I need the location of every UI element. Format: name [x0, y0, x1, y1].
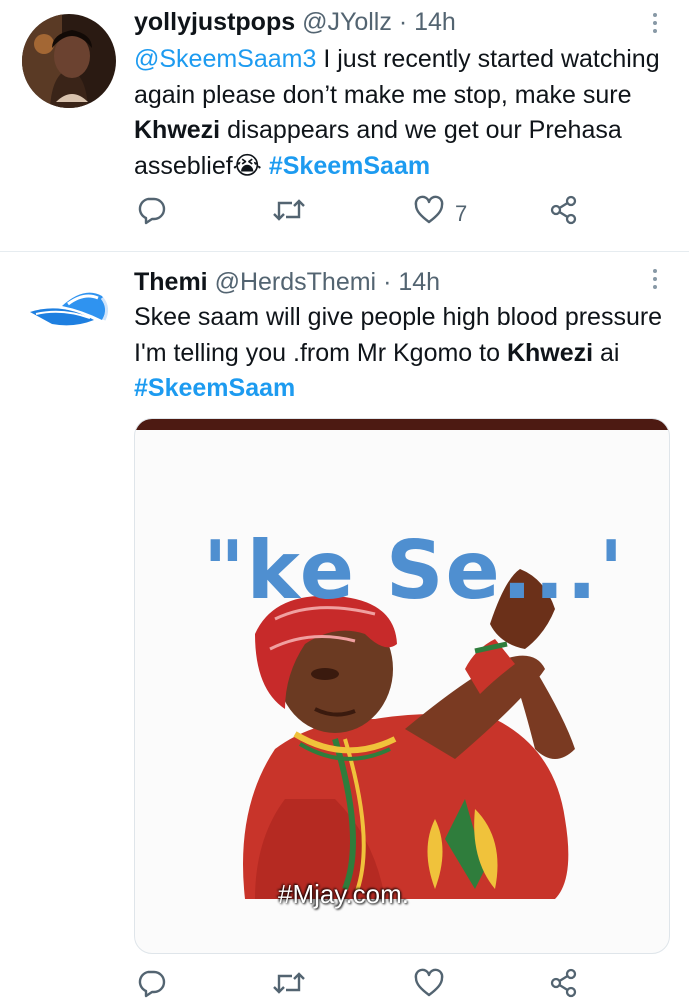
- user-handle[interactable]: @HerdsThemi: [215, 268, 377, 296]
- tweet-text: Skee saam will give people high blood pr…: [134, 300, 674, 407]
- avatar[interactable]: [22, 262, 116, 356]
- separator-dot: ·: [383, 268, 392, 296]
- reply-button[interactable]: [136, 968, 166, 1008]
- separator-dot: ·: [398, 8, 408, 36]
- like-button[interactable]: 7: [413, 195, 467, 235]
- display-name[interactable]: Themi: [134, 268, 208, 296]
- hashtag-link[interactable]: #SkeemSaam: [134, 374, 295, 402]
- share-icon: [550, 968, 577, 998]
- share-button[interactable]: [549, 195, 579, 235]
- like-button[interactable]: [413, 968, 445, 1008]
- tweet-media-image[interactable]: "ke Se...' #Mjay.com.: [134, 418, 670, 954]
- retweet-icon: [273, 972, 305, 994]
- user-handle[interactable]: @JYollz: [302, 8, 392, 36]
- action-bar: [134, 968, 679, 1008]
- retweet-button[interactable]: [272, 195, 306, 235]
- retweet-icon: [273, 199, 305, 221]
- tweet[interactable]: yollyjustpops @JYollz · 14h @SkeemSaam3 …: [0, 0, 689, 252]
- woman-gesture-illustration: [243, 569, 575, 899]
- more-vertical-icon[interactable]: [645, 10, 665, 40]
- like-icon: [414, 195, 444, 224]
- like-count: 7: [455, 201, 468, 226]
- display-name[interactable]: yollyjustpops: [134, 8, 295, 36]
- retweet-button[interactable]: [272, 968, 306, 1008]
- tweet-text: @SkeemSaam3 I just recently started watc…: [134, 42, 674, 184]
- hashtag-link[interactable]: #SkeemSaam: [269, 152, 430, 180]
- timestamp[interactable]: 14h: [414, 8, 456, 36]
- crying-emoji-icon: 😭: [232, 151, 262, 180]
- timestamp[interactable]: 14h: [398, 268, 440, 296]
- more-vertical-icon[interactable]: [645, 266, 665, 296]
- mention-link[interactable]: @SkeemSaam3: [134, 45, 316, 73]
- text-segment: ai: [593, 338, 620, 367]
- share-button[interactable]: [549, 968, 579, 1008]
- bold-text: Khwezi: [506, 338, 594, 367]
- tweet-header: yollyjustpops @JYollz · 14h: [134, 8, 456, 37]
- like-icon: [414, 968, 444, 997]
- reply-button[interactable]: [136, 195, 166, 235]
- share-icon: [550, 195, 577, 225]
- tweet-header: Themi @HerdsThemi · 14h: [134, 268, 440, 297]
- reply-icon: [138, 970, 166, 998]
- action-bar: 7: [134, 195, 679, 235]
- reply-icon: [138, 197, 166, 225]
- tweet[interactable]: Themi @HerdsThemi · 14h Skee saam will g…: [0, 252, 689, 1000]
- watermark-text: #Mjay.com.: [278, 879, 409, 909]
- avatar[interactable]: [22, 14, 116, 108]
- meme-caption: "ke Se...': [203, 524, 626, 617]
- bold-text: Khwezi: [134, 116, 221, 144]
